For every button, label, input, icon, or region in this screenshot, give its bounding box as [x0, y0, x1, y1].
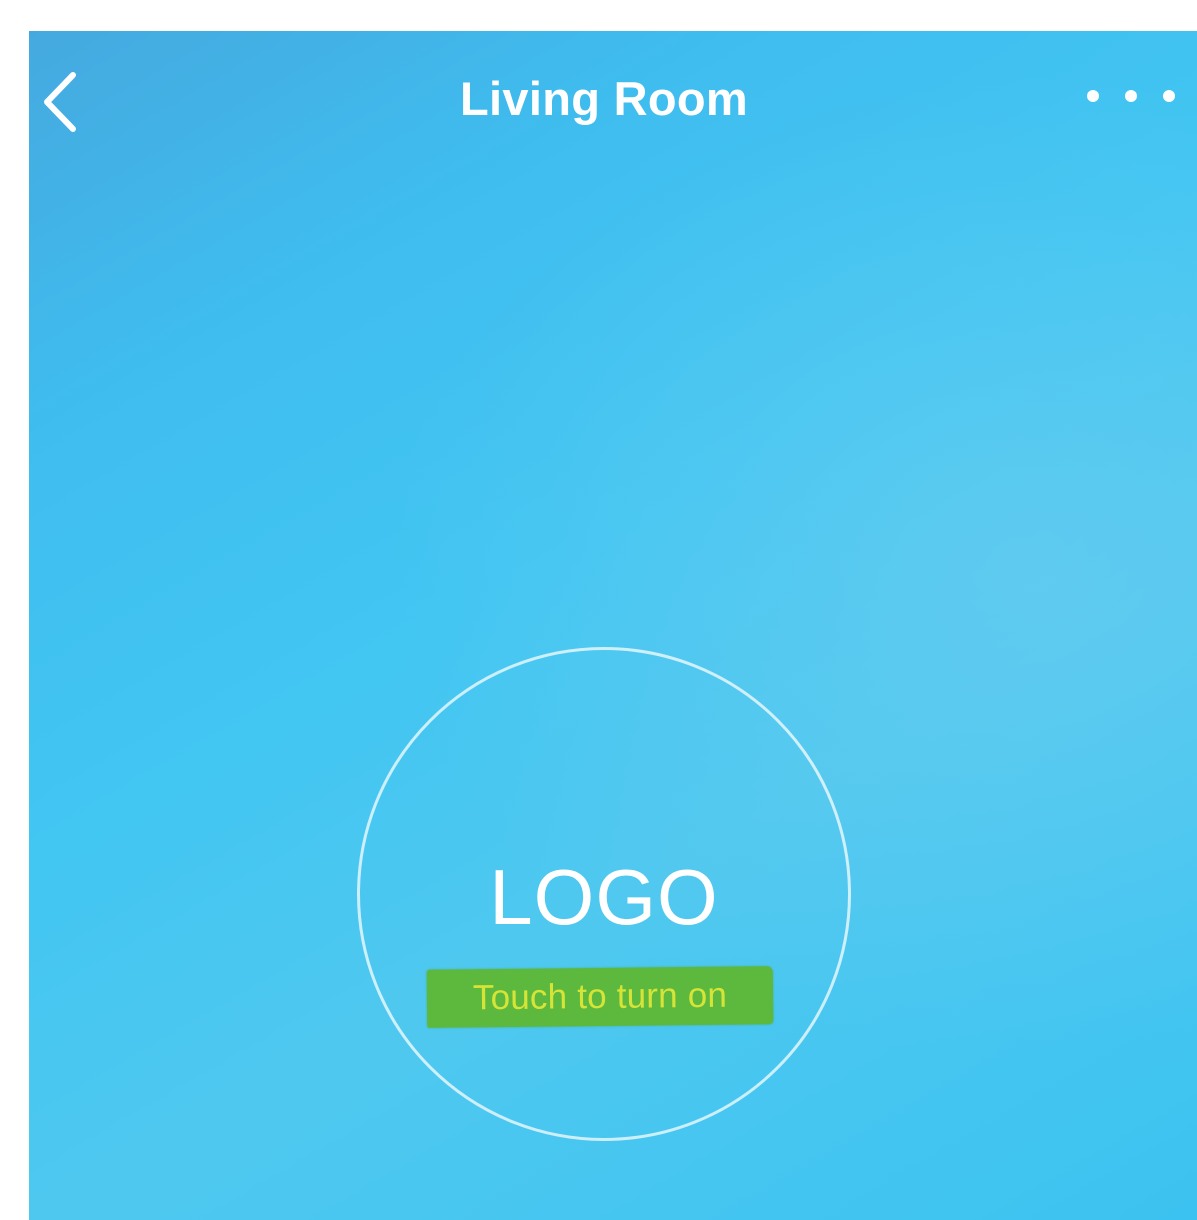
more-options-button[interactable]: [1087, 81, 1175, 111]
navigation-bar: Living Room: [29, 31, 1197, 171]
touch-hint-highlight: Touch to turn on: [426, 966, 774, 1028]
screen: Living Room LOGO Touch to turn on: [0, 0, 1197, 1220]
more-horizontal-icon: [1163, 90, 1175, 102]
more-horizontal-icon: [1087, 90, 1099, 102]
page-title: Living Room: [460, 72, 748, 125]
device-control-screen: Living Room LOGO Touch to turn on: [29, 31, 1197, 1220]
touch-hint-label: Touch to turn on: [472, 975, 728, 1018]
brand-logo: LOGO: [489, 853, 719, 941]
more-horizontal-icon: [1125, 90, 1137, 102]
